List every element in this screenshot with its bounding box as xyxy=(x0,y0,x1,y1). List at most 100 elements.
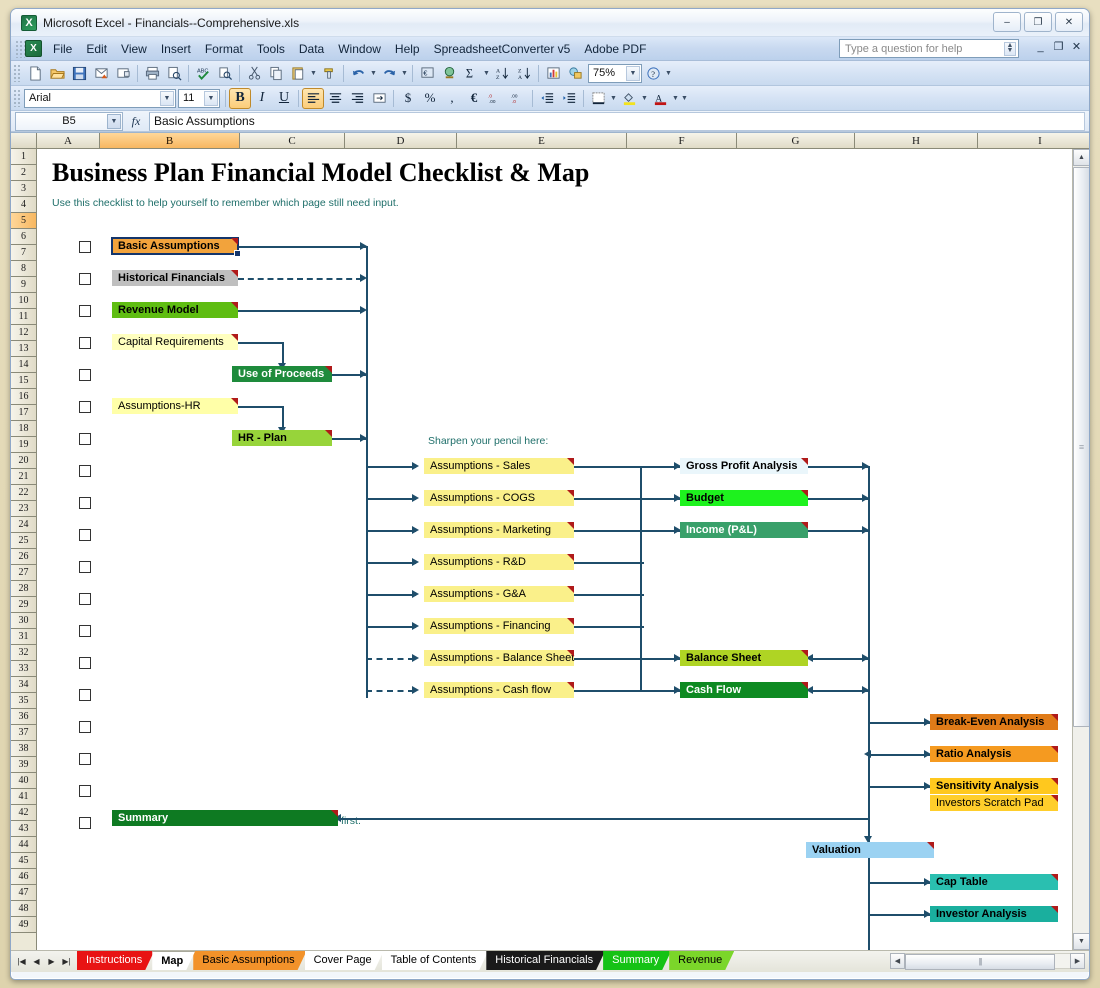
row-header-28[interactable]: 28 xyxy=(11,581,36,597)
euro-icon[interactable]: € xyxy=(463,88,485,109)
redo-icon[interactable] xyxy=(378,63,400,84)
row-header-35[interactable]: 35 xyxy=(11,693,36,709)
redo-dropdown-icon[interactable]: ▼ xyxy=(400,70,409,77)
standard-toolbar-overflow-icon[interactable]: ▼ xyxy=(664,70,673,77)
row-header-14[interactable]: 14 xyxy=(11,357,36,373)
row-header-31[interactable]: 31 xyxy=(11,629,36,645)
vertical-scroll-thumb[interactable] xyxy=(1073,167,1089,727)
scroll-right-button[interactable]: ▶ xyxy=(1070,953,1085,969)
font-color-dropdown-icon[interactable]: ▼ xyxy=(671,95,680,102)
borders-dropdown-icon[interactable]: ▼ xyxy=(609,95,618,102)
row-header-21[interactable]: 21 xyxy=(11,469,36,485)
maximize-button[interactable]: ❐ xyxy=(1024,12,1052,32)
insert-function-icon[interactable]: fx xyxy=(123,114,149,129)
flow-box-historical-financials[interactable]: Historical Financials xyxy=(112,270,238,286)
email-icon[interactable] xyxy=(90,63,112,84)
print-preview-icon[interactable] xyxy=(163,63,185,84)
flow-box-investors-scratch-pad[interactable]: Investors Scratch Pad xyxy=(930,795,1058,811)
percent-icon[interactable]: % xyxy=(419,88,441,109)
flow-box-assumptions-marketing[interactable]: Assumptions - Marketing xyxy=(424,522,574,538)
menu-item-data[interactable]: Data xyxy=(292,39,331,59)
euro-convert-icon[interactable]: € xyxy=(416,63,438,84)
last-tab-icon[interactable]: ▶| xyxy=(59,953,74,969)
row-header-34[interactable]: 34 xyxy=(11,677,36,693)
column-header-d[interactable]: D xyxy=(345,133,457,148)
permission-icon[interactable] xyxy=(112,63,134,84)
row-header-16[interactable]: 16 xyxy=(11,389,36,405)
drawing-icon[interactable] xyxy=(564,63,586,84)
column-header-b[interactable]: B xyxy=(100,133,240,148)
row-header-10[interactable]: 10 xyxy=(11,293,36,309)
flow-box-income-pl[interactable]: Income (P&L) xyxy=(680,522,808,538)
row-header-44[interactable]: 44 xyxy=(11,837,36,853)
flow-box-hr-plan[interactable]: HR - Plan xyxy=(232,430,332,446)
flow-box-cap-table[interactable]: Cap Table xyxy=(930,874,1058,890)
align-right-icon[interactable] xyxy=(346,88,368,109)
row-header-12[interactable]: 12 xyxy=(11,325,36,341)
sort-ascending-icon[interactable]: AZ xyxy=(491,63,513,84)
sort-descending-icon[interactable]: ZA xyxy=(513,63,535,84)
flow-box-ratio-analysis[interactable]: Ratio Analysis xyxy=(930,746,1058,762)
formula-input[interactable]: Basic Assumptions xyxy=(149,112,1085,131)
checklist-checkbox-17[interactable] xyxy=(79,753,91,765)
flow-box-assumptions-hr[interactable]: Assumptions-HR xyxy=(112,398,238,414)
checklist-checkbox-16[interactable] xyxy=(79,721,91,733)
borders-icon[interactable] xyxy=(587,88,609,109)
scroll-left-button[interactable]: ◀ xyxy=(890,953,905,969)
row-header-46[interactable]: 46 xyxy=(11,869,36,885)
row-header-37[interactable]: 37 xyxy=(11,725,36,741)
flow-box-assumptions-cogs[interactable]: Assumptions - COGS xyxy=(424,490,574,506)
copy-icon[interactable] xyxy=(265,63,287,84)
row-header-42[interactable]: 42 xyxy=(11,805,36,821)
sheet-tab-summary[interactable]: Summary xyxy=(603,951,671,970)
column-header-e[interactable]: E xyxy=(457,133,627,148)
flow-box-assumptions-balance-sheet[interactable]: Assumptions - Balance Sheet xyxy=(424,650,574,666)
menu-item-edit[interactable]: Edit xyxy=(79,39,114,59)
flow-box-summary[interactable]: Summary xyxy=(112,810,338,826)
flow-box-assumptions-cash-flow[interactable]: Assumptions - Cash flow xyxy=(424,682,574,698)
checklist-checkbox-7[interactable] xyxy=(79,433,91,445)
row-header-49[interactable]: 49 xyxy=(11,917,36,933)
row-header-30[interactable]: 30 xyxy=(11,613,36,629)
name-box-dropdown-icon[interactable]: ▼ xyxy=(107,114,121,129)
flow-box-revenue-model[interactable]: Revenue Model xyxy=(112,302,238,318)
menu-item-help[interactable]: Help xyxy=(388,39,427,59)
zoom-dropdown-icon[interactable]: ▼ xyxy=(626,66,640,81)
row-header-40[interactable]: 40 xyxy=(11,773,36,789)
increase-indent-icon[interactable] xyxy=(558,88,580,109)
workbook-restore-button[interactable]: ❐ xyxy=(1052,40,1065,53)
menu-item-file[interactable]: File xyxy=(46,39,79,59)
flow-box-basic-assumptions[interactable]: Basic Assumptions xyxy=(112,238,238,254)
sheet-canvas[interactable]: Business Plan Financial Model Checklist … xyxy=(38,150,1067,950)
row-header-19[interactable]: 19 xyxy=(11,437,36,453)
formatting-toolbar-grip[interactable] xyxy=(13,89,21,107)
align-left-icon[interactable] xyxy=(302,88,324,109)
column-header-g[interactable]: G xyxy=(737,133,855,148)
font-size-dropdown-icon[interactable]: ▼ xyxy=(204,91,218,106)
flow-box-assumptions-financing[interactable]: Assumptions - Financing xyxy=(424,618,574,634)
flow-box-break-even-analysis[interactable]: Break-Even Analysis xyxy=(930,714,1058,730)
menu-item-window[interactable]: Window xyxy=(331,39,388,59)
comma-icon[interactable]: , xyxy=(441,88,463,109)
row-header-45[interactable]: 45 xyxy=(11,853,36,869)
checklist-checkbox-8[interactable] xyxy=(79,465,91,477)
flow-box-assumptions-sales[interactable]: Assumptions - Sales xyxy=(424,458,574,474)
menu-item-format[interactable]: Format xyxy=(198,39,250,59)
chart-wizard-icon[interactable] xyxy=(542,63,564,84)
bold-button[interactable]: B xyxy=(229,88,251,109)
column-header-h[interactable]: H xyxy=(855,133,978,148)
workbook-icon[interactable] xyxy=(25,40,42,57)
row-header-36[interactable]: 36 xyxy=(11,709,36,725)
row-header-8[interactable]: 8 xyxy=(11,261,36,277)
checklist-checkbox-11[interactable] xyxy=(79,561,91,573)
row-header-15[interactable]: 15 xyxy=(11,373,36,389)
workbook-close-button[interactable]: ✕ xyxy=(1070,40,1083,53)
font-size-input[interactable]: 11 ▼ xyxy=(178,89,220,108)
row-header-18[interactable]: 18 xyxy=(11,421,36,437)
print-icon[interactable] xyxy=(141,63,163,84)
undo-icon[interactable] xyxy=(347,63,369,84)
cut-icon[interactable] xyxy=(243,63,265,84)
increase-decimal-icon[interactable]: .0.00 xyxy=(485,88,507,109)
row-header-11[interactable]: 11 xyxy=(11,309,36,325)
row-header-5[interactable]: 5 xyxy=(11,213,36,229)
